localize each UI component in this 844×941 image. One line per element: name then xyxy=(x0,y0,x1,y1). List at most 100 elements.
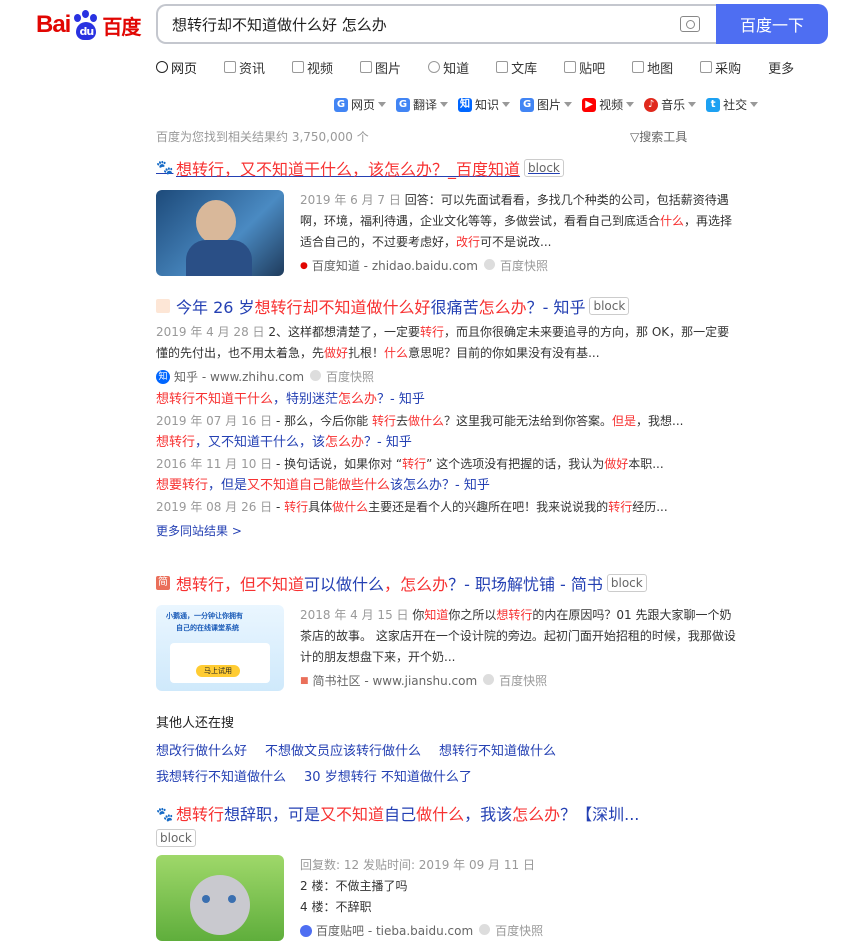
result-title[interactable]: 简 想转行 ，但不知道 可以做什么 ， 怎么办 ？- 职场解忧铺 - 简书 bl… xyxy=(156,571,736,595)
quick-webpage[interactable]: G 网页 xyxy=(334,96,387,113)
block-button[interactable]: block xyxy=(589,297,630,315)
jianshu-icon: ■ xyxy=(300,675,309,686)
baidu-logo[interactable]: Bai du 百度 xyxy=(36,10,141,40)
sub-result-title[interactable]: 想转行，又不知道干什么，该怎么办？- 知乎 xyxy=(156,432,736,454)
snippet-text: ？这里我可能无法给到你答案。 xyxy=(443,414,612,428)
snippet-text: 意思呢？目前的你如果没有没有基... xyxy=(408,346,600,360)
tieba-icon xyxy=(564,61,577,73)
tab-label: 资讯 xyxy=(239,61,266,77)
source-url[interactable]: 知乎 - www.zhihu.com xyxy=(174,368,304,385)
tab-news[interactable]: 资讯 xyxy=(224,56,265,78)
sub-result-title[interactable]: 想转行不知道干什么，特别迷茫怎么办？- 知乎 xyxy=(156,389,736,411)
cache-link[interactable]: 百度快照 xyxy=(483,672,547,689)
more-site-results-link[interactable]: 更多同站结果 > xyxy=(156,522,736,539)
caret-down-icon xyxy=(440,102,449,107)
tab-more[interactable]: 更多 xyxy=(768,56,794,78)
snippet-highlight: 转行 xyxy=(419,325,444,339)
snippet-highlight: 做什么 xyxy=(407,414,444,428)
cache-link[interactable]: 百度快照 xyxy=(483,257,548,274)
related-link[interactable]: 30 岁想转行 不知道做什么了 xyxy=(304,765,472,791)
translate-icon: G xyxy=(396,97,411,112)
source-url[interactable]: 简书社区 - www.jianshu.com xyxy=(313,672,478,689)
related-link[interactable]: 想改行做什么好 xyxy=(156,739,247,765)
snippet-text: - 那么，今后你能 xyxy=(272,414,372,428)
tab-tieba[interactable]: 贴吧 xyxy=(564,56,605,78)
snippet-highlight: 做什么 xyxy=(332,500,369,514)
tab-zhidao[interactable]: 知道 xyxy=(428,56,469,78)
source-url[interactable]: 百度贴吧 - tieba.baidu.com xyxy=(316,922,473,939)
tab-wenku[interactable]: 文库 xyxy=(496,56,537,78)
related-link[interactable]: 不想做文员应该转行做什么 xyxy=(265,739,421,765)
search-tabs: 网页 资讯 视频 图片 知道 文库 贴吧 地图 采购 更多 xyxy=(156,56,821,78)
quick-translate[interactable]: G 翻译 xyxy=(396,96,449,113)
result-thumbnail[interactable] xyxy=(156,855,284,941)
title-text: ，但不知道 xyxy=(224,575,305,594)
quick-music[interactable]: ♪ 音乐 xyxy=(644,96,697,113)
tab-purchase[interactable]: 采购 xyxy=(700,56,741,78)
tab-label: 文库 xyxy=(511,61,538,77)
snippet-highlight: 改行 xyxy=(456,235,481,249)
snippet-highlight: 但是 xyxy=(612,414,637,428)
caret-down-icon xyxy=(626,102,635,107)
cache-link[interactable]: 百度快照 xyxy=(310,368,374,385)
result-thumbnail[interactable]: 小鹅通，一分钟让你拥有 自己的在线课堂系统 马上试用 xyxy=(156,605,284,691)
search-input[interactable]: 想转行却不知道做什么好 怎么办 xyxy=(156,4,716,44)
title-highlight: 怎么办 xyxy=(325,435,365,450)
block-button[interactable]: block xyxy=(524,159,564,177)
block-button[interactable]: block xyxy=(606,574,647,592)
result-title[interactable]: 🐾 想转行 ，又不知道干什么，该怎么办？_百度知道 block xyxy=(156,156,736,180)
quick-label: 视频 xyxy=(599,98,624,112)
quick-zhihu[interactable]: 知知识 xyxy=(458,96,511,113)
caret-down-icon xyxy=(750,102,759,107)
snippet-highlight: 做好 xyxy=(324,346,349,360)
result-date: 2016 年 11 月 10 日 xyxy=(156,457,273,471)
source-url[interactable]: 百度知道 - zhidao.baidu.com xyxy=(312,257,478,274)
tab-webpage[interactable]: 网页 xyxy=(156,56,197,78)
sub-result-snippet: 2016 年 11 月 10 日 - 换句话说，如果你对 “转行” 这个选项没有… xyxy=(156,454,736,475)
zhihu-icon: 知 xyxy=(458,97,473,112)
related-link[interactable]: 想转行不知道做什么 xyxy=(439,739,556,765)
caret-down-icon xyxy=(502,102,511,107)
search-query: 想转行却不知道做什么好 怎么办 xyxy=(172,15,387,34)
result-title[interactable]: 今年 26 岁 想转行却不知道做什么好 很痛苦 怎么办 ？- 知乎 block xyxy=(156,294,736,318)
snippet-text: ，我想... xyxy=(636,414,684,428)
camera-icon[interactable] xyxy=(680,16,700,32)
quick-social[interactable]: t 社交 xyxy=(706,96,759,113)
title-highlight: 怎么办 xyxy=(338,392,378,407)
search-tools-button[interactable]: ▽搜索工具 xyxy=(630,128,687,145)
related-link[interactable]: 我想转行不知道做什么 xyxy=(156,765,286,791)
tab-label: 贴吧 xyxy=(579,61,606,77)
search-button[interactable]: 百度一下 xyxy=(716,4,828,44)
result-source: 百度贴吧 - tieba.baidu.com 百度快照 xyxy=(300,922,736,939)
quick-images[interactable]: G 图片 xyxy=(520,96,573,113)
block-button[interactable]: block xyxy=(156,829,196,847)
result-thumbnail[interactable] xyxy=(156,190,284,276)
question-icon xyxy=(428,61,441,73)
tab-video[interactable]: 视频 xyxy=(292,56,333,78)
cache-link[interactable]: 百度快照 xyxy=(479,922,543,939)
tab-label: 网页 xyxy=(171,61,198,77)
google-icon: G xyxy=(520,97,535,112)
quick-video[interactable]: ▶ 视频 xyxy=(582,96,635,113)
news-icon xyxy=(224,61,237,73)
sub-result-title[interactable]: 想要转行，但是又不知道自己能做些什么该怎么办？- 知乎 xyxy=(156,475,736,497)
tab-image[interactable]: 图片 xyxy=(360,56,401,78)
search-bar: 想转行却不知道做什么好 怎么办 百度一下 xyxy=(156,4,828,44)
result-date: 2019 年 4 月 28 日 xyxy=(156,325,265,339)
baidu-paw-icon: 🐾 xyxy=(156,807,174,823)
result-title[interactable]: 🐾 想转行 想辞职，可是 又不知道 自己 做什么 ，我该 怎么办 ？【深圳... xyxy=(156,803,736,827)
title-text: 很痛苦 xyxy=(430,298,479,317)
quick-label: 音乐 xyxy=(661,98,686,112)
title-text: ， xyxy=(384,575,401,594)
title-text: ，特别迷茫 xyxy=(273,392,339,407)
snippet-text: 经历... xyxy=(632,500,668,514)
title-text: ？- 知乎 xyxy=(526,298,586,317)
logo-text-cn: 百度 xyxy=(102,14,141,39)
tab-map[interactable]: 地图 xyxy=(632,56,673,78)
snippet-text: 扎根！ xyxy=(348,346,385,360)
google-icon: G xyxy=(334,97,348,112)
snippet-text: ” 这个选项没有把握的话，我认为 xyxy=(426,457,605,471)
zhidao-icon: ● xyxy=(300,260,308,271)
snippet-highlight: 转行 xyxy=(371,414,396,428)
caret-down-icon xyxy=(378,102,387,107)
